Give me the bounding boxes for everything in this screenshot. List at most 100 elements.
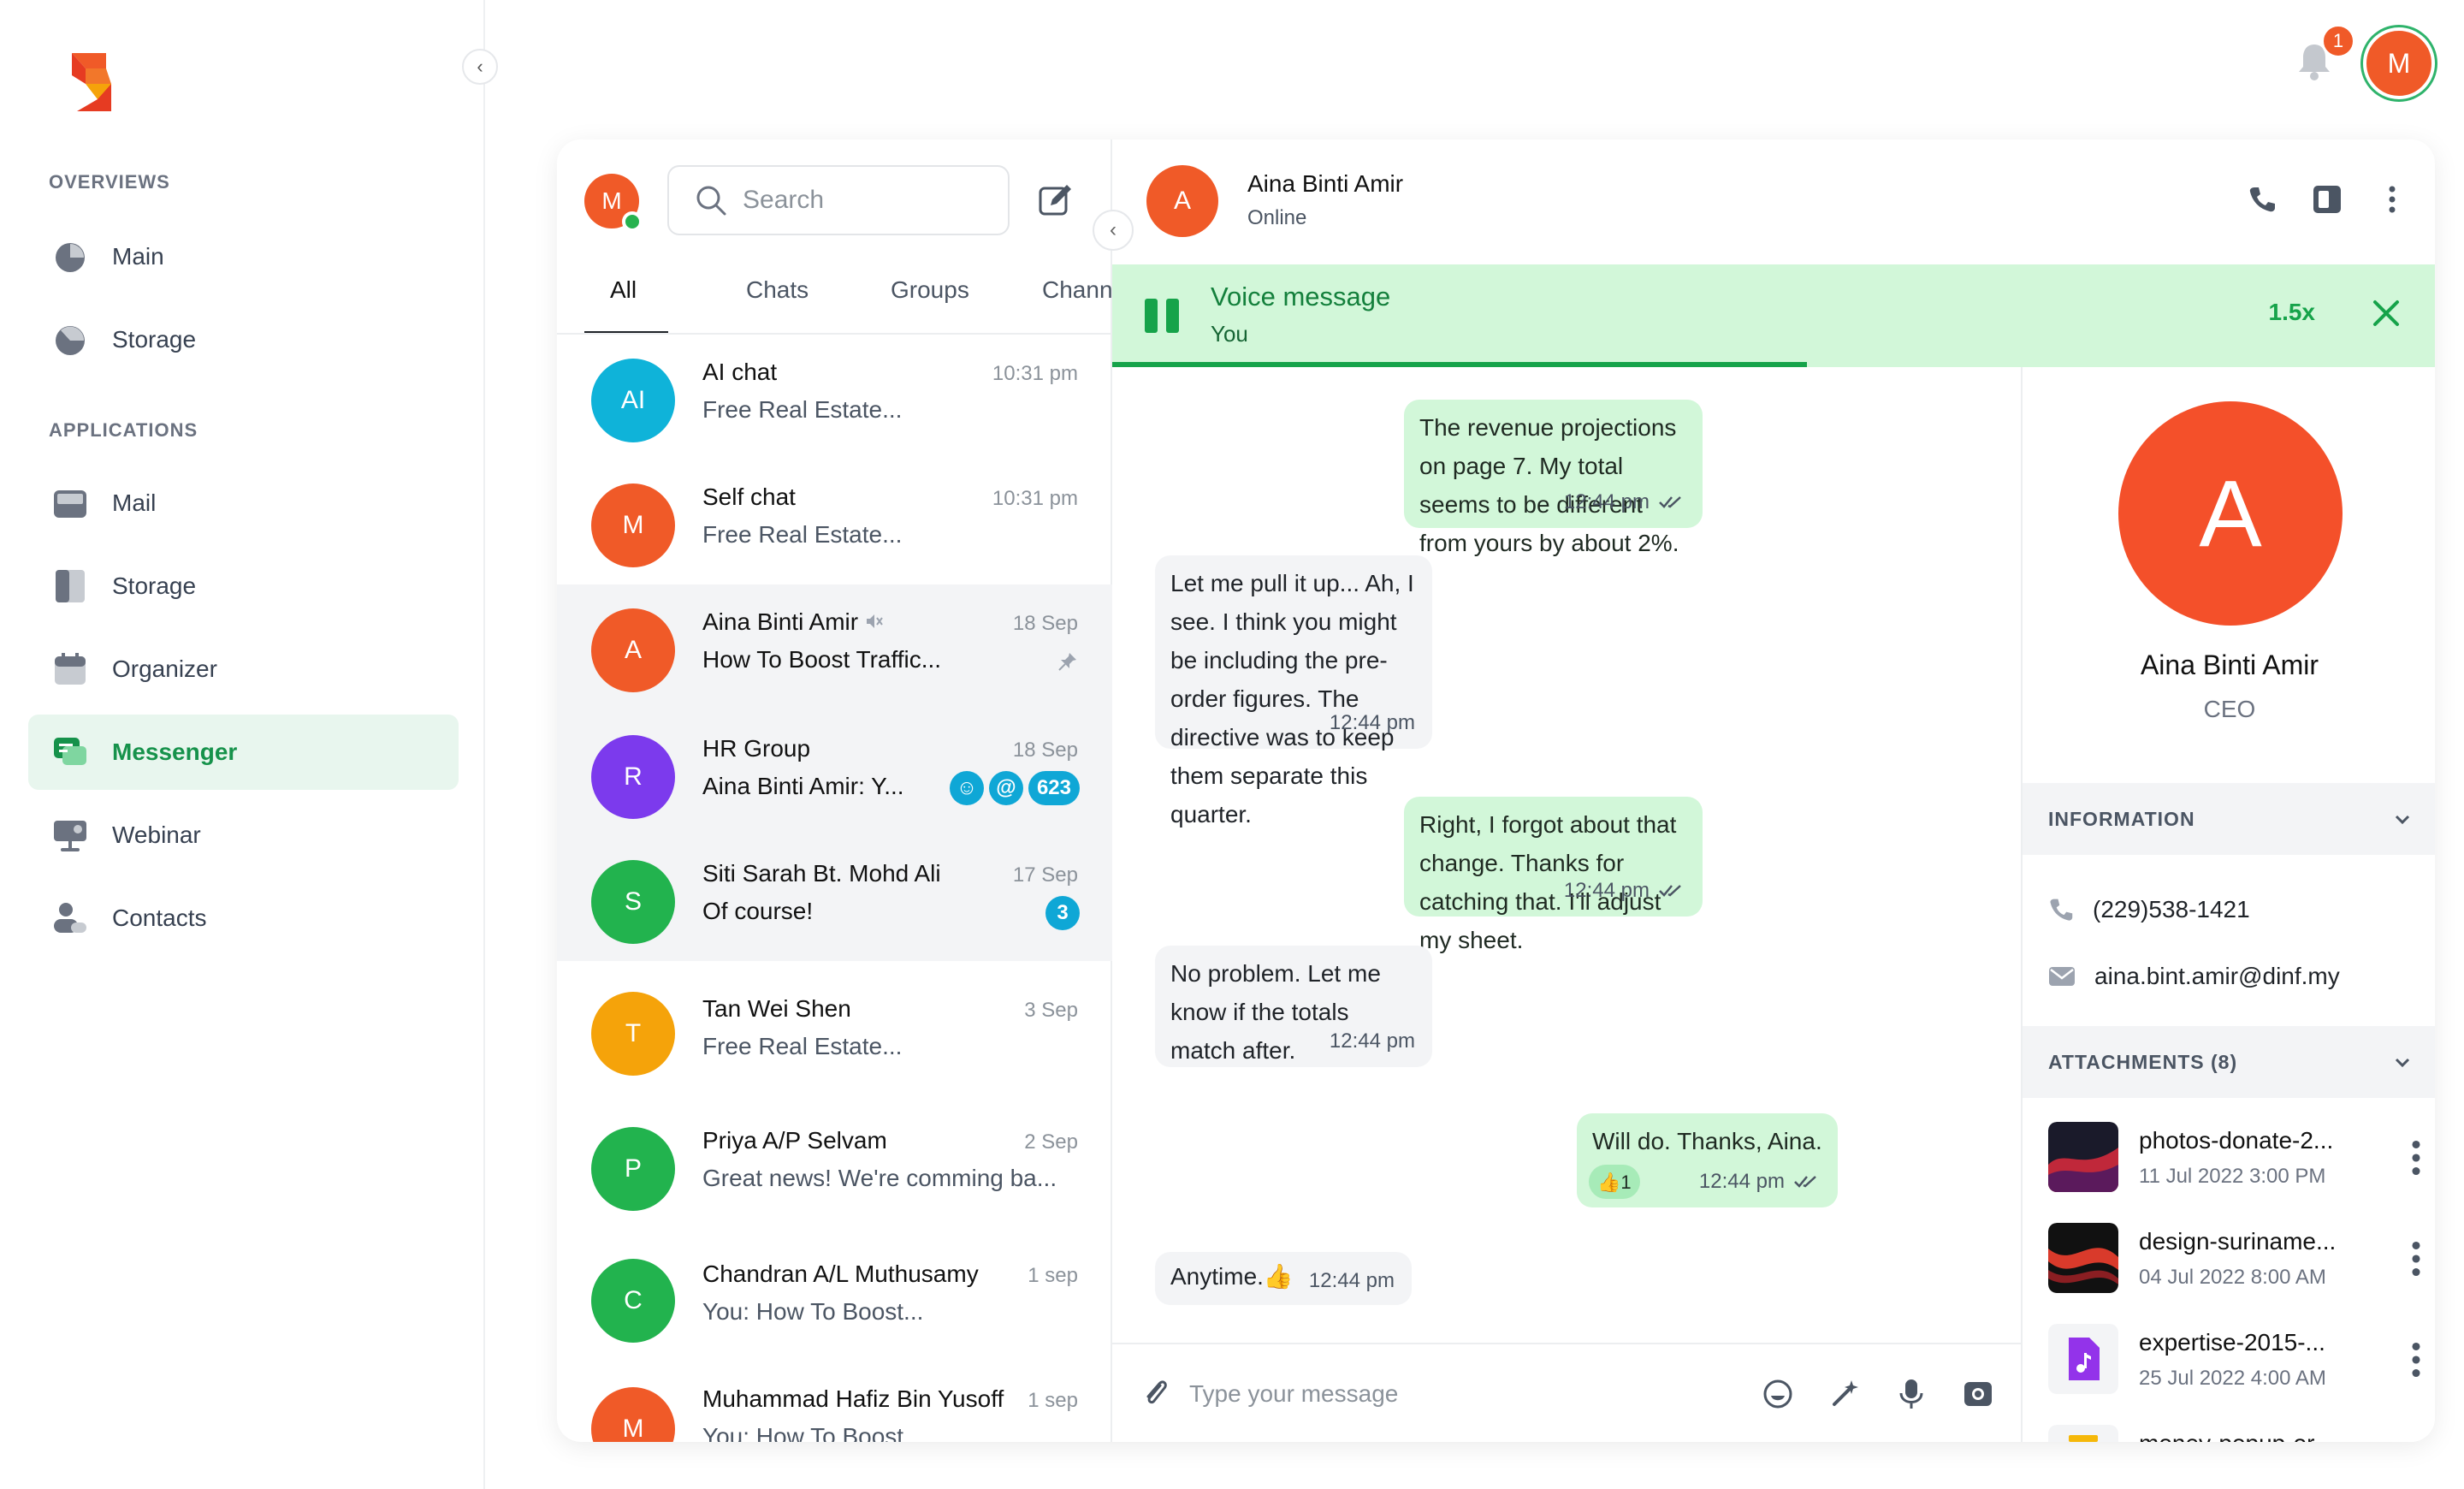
unread-count-badge: 623	[1028, 771, 1080, 805]
chat-list-item[interactable]: M Muhammad Hafiz Bin Yusoff 1 sep You: H…	[557, 1355, 1112, 1442]
dashboard-icon	[52, 239, 88, 275]
chat-list-item[interactable]: M Self chat 10:31 pm Free Real Estate...	[557, 460, 1112, 584]
attachment-item[interactable]: design-suriname... 04 Jul 2022 8:00 AM	[2048, 1223, 2425, 1300]
sidebar-item-label: Storage	[112, 572, 197, 599]
chat-preview: Free Real Estate...	[702, 521, 903, 548]
app-logo[interactable]	[63, 50, 120, 115]
outgoing-message[interactable]: Right, I forgot about that change. Thank…	[1404, 797, 1703, 953]
sidebar-item-webinar[interactable]: Webinar	[28, 798, 459, 873]
message-meta: 12:44 pm	[1330, 703, 1415, 742]
paperclip-icon[interactable]	[1141, 1377, 1170, 1411]
contact-info-panel: A Aina Binti Amir CEO INFORMATION (229)5…	[2021, 367, 2435, 1442]
chat-avatar: M	[591, 483, 675, 567]
chevron-left-icon: ‹	[1110, 218, 1116, 241]
section-title-overviews: OVERVIEWS	[49, 171, 170, 193]
inbox-icon	[52, 485, 88, 521]
contact-avatar[interactable]: A	[1146, 165, 1218, 237]
chat-list-collapse-button[interactable]: ‹	[1093, 210, 1134, 251]
tab-chats[interactable]: Chats	[746, 276, 808, 304]
chat-list-item[interactable]: C Chandran A/L Muthusamy 1 sep You: How …	[557, 1225, 1112, 1356]
chat-list-item[interactable]: AI AI chat 10:31 pm Free Real Estate...	[557, 335, 1112, 460]
incoming-message[interactable]: No problem. Let me know if the totals ma…	[1155, 946, 1432, 1067]
contact-phone-row[interactable]: (229)538-1421	[2048, 896, 2250, 923]
sidebar-item-mail[interactable]: Mail	[28, 466, 459, 541]
close-icon[interactable]	[2368, 295, 2404, 331]
toggle-info-panel-icon[interactable]	[2310, 182, 2344, 217]
unread-count-badge: 3	[1045, 896, 1080, 930]
contact-name[interactable]: Aina Binti Amir	[1247, 170, 1403, 198]
contact-email-row[interactable]: aina.bint.amir@dinf.my	[2048, 963, 2340, 990]
chevron-down-icon	[2395, 1058, 2410, 1068]
double-check-icon	[1659, 884, 1681, 897]
contact-phone: (229)538-1421	[2093, 896, 2250, 922]
chat-preview: Of course!	[702, 898, 814, 924]
microphone-icon[interactable]	[1894, 1377, 1928, 1411]
incoming-message[interactable]: Let me pull it up... Ah, I see. I think …	[1155, 555, 1432, 828]
attachment-date: 04 Jul 2022 8:00 AM	[2139, 1266, 2326, 1289]
camera-icon[interactable]	[1961, 1377, 1995, 1411]
outgoing-message[interactable]: Will do. Thanks, Aina. 👍1 12:44 pm	[1577, 1113, 1838, 1207]
sidebar-item-organizer[interactable]: Organizer	[28, 632, 459, 707]
more-options-icon[interactable]	[2408, 1139, 2425, 1177]
chat-preview: You: How To Boost...	[702, 1423, 924, 1442]
attachment-item[interactable]: money-popup-or...	[2048, 1425, 2425, 1442]
sidebar-item-label: Storage	[112, 326, 197, 353]
tab-channels[interactable]: Chann	[1042, 276, 1112, 304]
conversation-header: A Aina Binti Amir Online	[1112, 139, 2435, 264]
chat-avatar: S	[591, 860, 675, 944]
sidebar-item-main[interactable]: Main	[28, 219, 459, 294]
tab-all[interactable]: All	[610, 276, 637, 304]
search-box[interactable]	[667, 165, 1010, 235]
chat-avatar: A	[591, 608, 675, 692]
tab-groups[interactable]: Groups	[891, 276, 969, 304]
pause-icon[interactable]	[1145, 299, 1179, 333]
attachment-item[interactable]: photos-donate-2... 11 Jul 2022 3:00 PM	[2048, 1122, 2425, 1199]
information-section-header[interactable]: INFORMATION	[2023, 783, 2435, 855]
magic-wand-icon[interactable]	[1827, 1377, 1862, 1411]
chat-list-item[interactable]: A Aina Binti Amir 18 Sep How To Boost Tr…	[557, 584, 1112, 711]
sidebar-item-messenger[interactable]: Messenger	[28, 715, 459, 790]
chat-list-item[interactable]: R HR Group 18 Sep Aina Binti Amir: Y... …	[557, 711, 1112, 836]
sidebar-item-storage-overview[interactable]: Storage	[28, 302, 459, 377]
chat-name-text: Aina Binti Amir	[702, 608, 859, 635]
contact-email: aina.bint.amir@dinf.my	[2094, 963, 2340, 989]
mention-badge: @	[988, 771, 1023, 805]
more-options-icon[interactable]	[2408, 1240, 2425, 1278]
chat-list-item[interactable]: T Tan Wei Shen 3 Sep Free Real Estate...	[557, 961, 1112, 1093]
search-input[interactable]	[743, 186, 991, 215]
sidebar-item-contacts[interactable]: Contacts	[28, 881, 459, 956]
user-avatar[interactable]: M	[2363, 27, 2435, 99]
contacts-icon	[52, 900, 88, 936]
emoji-icon[interactable]	[1761, 1377, 1795, 1411]
playback-speed-button[interactable]: 1.5x	[2269, 299, 2316, 326]
message-text: Anytime.👍	[1170, 1263, 1294, 1290]
sidebar-item-label: Main	[112, 243, 164, 270]
message-time: 12:44 pm	[1563, 490, 1650, 513]
outgoing-message[interactable]: The revenue projections on page 7. My to…	[1404, 400, 1703, 556]
chat-icon	[52, 734, 88, 770]
message-time: 12:44 pm	[1308, 1269, 1395, 1292]
incoming-message[interactable]: Anytime.👍 12:44 pm	[1155, 1252, 1412, 1305]
reaction-badge[interactable]: 👍1	[1589, 1165, 1640, 1199]
chat-avatar: R	[591, 735, 675, 819]
message-input[interactable]	[1189, 1373, 1703, 1415]
chat-list-item[interactable]: S Siti Sarah Bt. Mohd Ali 17 Sep Of cour…	[557, 836, 1112, 961]
sidebar-item-storage[interactable]: Storage	[28, 549, 459, 624]
compose-new-chat-icon[interactable]	[1036, 181, 1075, 220]
attachment-item[interactable]: expertise-2015-... 25 Jul 2022 4:00 AM	[2048, 1324, 2425, 1401]
contact-role: CEO	[2203, 696, 2256, 722]
more-options-icon[interactable]	[2375, 182, 2409, 217]
phone-call-icon[interactable]	[2245, 182, 2279, 217]
attachments-section-header[interactable]: ATTACHMENTS (8)	[2023, 1026, 2435, 1098]
contact-large-avatar: A	[2118, 401, 2343, 626]
attachment-date: 25 Jul 2022 4:00 AM	[2139, 1367, 2326, 1390]
chat-badges: 3	[1045, 896, 1080, 930]
attachment-name: money-popup-or...	[2139, 1430, 2333, 1442]
chat-list-item[interactable]: P Priya A/P Selvam 2 Sep Great news! We'…	[557, 1093, 1112, 1225]
chat-name: AI chat	[702, 359, 778, 385]
chat-avatar: T	[591, 992, 675, 1076]
composer-actions	[1761, 1377, 1995, 1411]
more-options-icon[interactable]	[2408, 1341, 2425, 1379]
chat-avatar: C	[591, 1259, 675, 1343]
chat-preview: Great news! We're comming ba...	[702, 1165, 1057, 1191]
